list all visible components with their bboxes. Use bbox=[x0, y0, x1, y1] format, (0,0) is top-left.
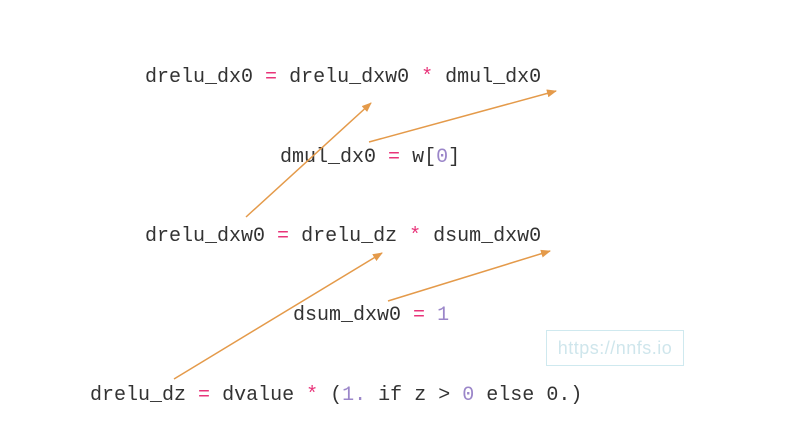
arrows-layer bbox=[173, 89, 557, 380]
chain-rule-diagram: drelu_dx0 = drelu_dxw0 * dmul_dx0 dmul_d… bbox=[0, 0, 809, 442]
arrow-dsum-dxw0-to-eq3 bbox=[387, 249, 551, 302]
watermark-logo: https://nnfs.io bbox=[546, 330, 684, 366]
arrow-dmul-dx0-to-eq1 bbox=[368, 89, 557, 143]
arrow-drelu-dz-to-eq3 bbox=[173, 252, 383, 380]
arrow-drelu-dxw0-to-eq1 bbox=[245, 102, 372, 218]
